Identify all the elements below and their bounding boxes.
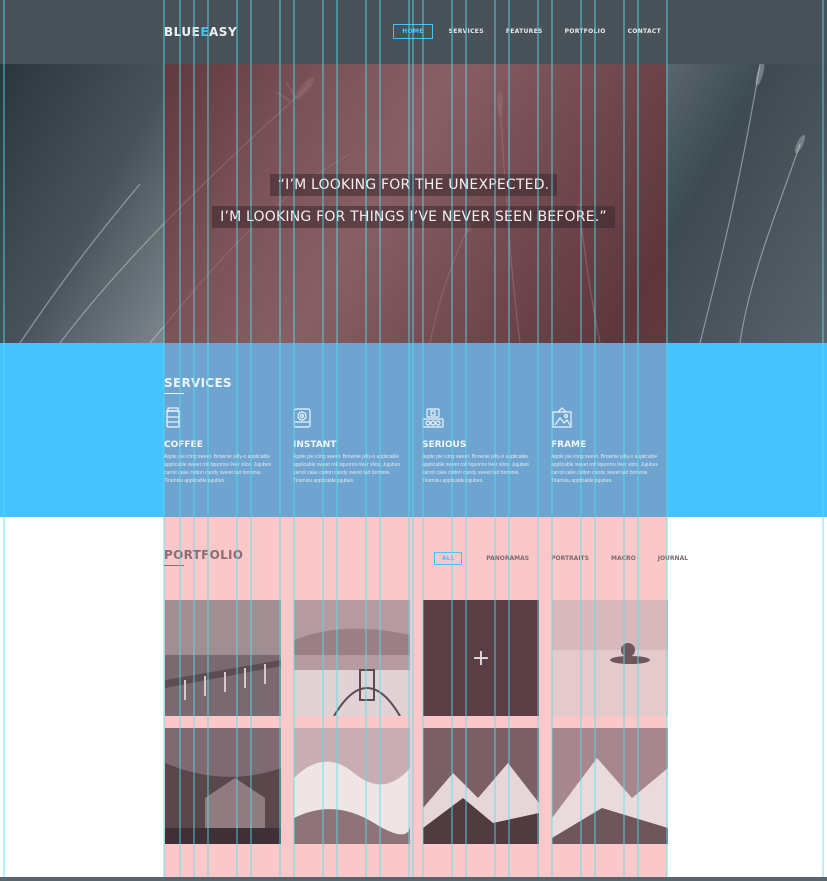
- services-title: SERVICES: [164, 376, 232, 394]
- instant-camera-icon: [293, 408, 311, 428]
- plus-icon[interactable]: +: [423, 600, 539, 716]
- pier-photo: [165, 600, 281, 716]
- logo-text-blue: BLUE: [164, 25, 201, 39]
- filter-panoramas[interactable]: PANORAMAS: [486, 555, 529, 562]
- portfolio-filters: ALL PANORAMAS PORTRAITS MACRO JOURNAL: [434, 552, 710, 565]
- filter-portraits[interactable]: PORTRAITS: [551, 555, 589, 562]
- portfolio-item-bridge[interactable]: [294, 600, 410, 716]
- service-card-instant: INSTANT Apple pie icing sweet. Brownie j…: [293, 407, 408, 485]
- portfolio-item-pier[interactable]: [165, 600, 281, 716]
- main-nav: HOME SERVICES FEATURES PORTFOLIO CONTACT: [383, 24, 667, 39]
- service-name: COFFEE: [164, 440, 203, 450]
- service-name: SERIOUS: [422, 440, 467, 450]
- hero-quote-line-2: I’M LOOKING FOR THINGS I’VE NEVER SEEN B…: [0, 206, 827, 228]
- service-card-serious: SERIOUS Apple pie icing sweet. Brownie j…: [422, 407, 537, 485]
- cabin-photo: [165, 728, 281, 844]
- filter-macro[interactable]: MACRO: [611, 555, 636, 562]
- portfolio-item-cabin[interactable]: [165, 728, 281, 844]
- filter-journal[interactable]: JOURNAL: [658, 555, 688, 562]
- waves-photo: [294, 728, 410, 844]
- portfolio-item-island[interactable]: [552, 600, 668, 716]
- logo-text-easy: ASY: [209, 25, 238, 39]
- service-card-frame: FRAME Apple pie icing sweet. Brownie jel…: [551, 407, 666, 485]
- nav-home[interactable]: HOME: [393, 24, 433, 39]
- portfolio-item-mountains[interactable]: [423, 728, 539, 844]
- peaks-photo: [552, 728, 668, 844]
- service-description: Apple pie icing sweet. Brownie jelly-o a…: [551, 454, 658, 484]
- portfolio-item-peaks[interactable]: [552, 728, 668, 844]
- pro-camera-icon: [422, 408, 444, 428]
- service-description: Apple pie icing sweet. Brownie jelly-o a…: [293, 454, 400, 484]
- filter-all[interactable]: ALL: [434, 552, 463, 565]
- portfolio-section: PORTFOLIO ALL PANORAMAS PORTRAITS MACRO …: [0, 517, 827, 881]
- services-section: SERVICES COFFEE Apple pie icing sweet. B…: [0, 343, 827, 517]
- logo[interactable]: BLUEEASY: [164, 25, 237, 39]
- bridge-photo: [294, 600, 410, 716]
- mountains-photo: [423, 728, 539, 844]
- site-header: BLUEEASY HOME SERVICES FEATURES PORTFOLI…: [0, 0, 827, 64]
- portfolio-item-waves[interactable]: [294, 728, 410, 844]
- island-photo: [552, 600, 668, 716]
- service-description: Apple pie icing sweet. Brownie jelly-o a…: [422, 454, 529, 484]
- portfolio-title: PORTFOLIO: [164, 548, 244, 566]
- service-description: Apple pie icing sweet. Brownie jelly-o a…: [164, 454, 271, 484]
- hero-quote-text-1: “I’M LOOKING FOR THE UNEXPECTED.: [269, 174, 558, 196]
- logo-text-accent: E: [200, 25, 210, 39]
- coffee-cup-icon: [166, 407, 180, 428]
- nav-portfolio[interactable]: PORTFOLIO: [559, 24, 612, 39]
- portfolio-item-hover[interactable]: +: [423, 600, 539, 716]
- nav-contact[interactable]: CONTACT: [622, 24, 667, 39]
- hero-quote-line-1: “I’M LOOKING FOR THE UNEXPECTED.: [0, 174, 827, 196]
- picture-frame-icon: [552, 407, 572, 428]
- page: BLUEEASY HOME SERVICES FEATURES PORTFOLI…: [0, 0, 827, 881]
- service-name: INSTANT: [293, 440, 337, 450]
- bottom-border: [0, 877, 827, 881]
- service-name: FRAME: [551, 440, 587, 450]
- hero-tint-overlay: [164, 64, 667, 343]
- service-card-coffee: COFFEE Apple pie icing sweet. Brownie je…: [164, 407, 279, 485]
- hero-quote-text-2: I’M LOOKING FOR THINGS I’VE NEVER SEEN B…: [212, 206, 615, 228]
- hero-section: “I’M LOOKING FOR THE UNEXPECTED. I’M LOO…: [0, 64, 827, 343]
- nav-features[interactable]: FEATURES: [500, 24, 549, 39]
- nav-services[interactable]: SERVICES: [443, 24, 490, 39]
